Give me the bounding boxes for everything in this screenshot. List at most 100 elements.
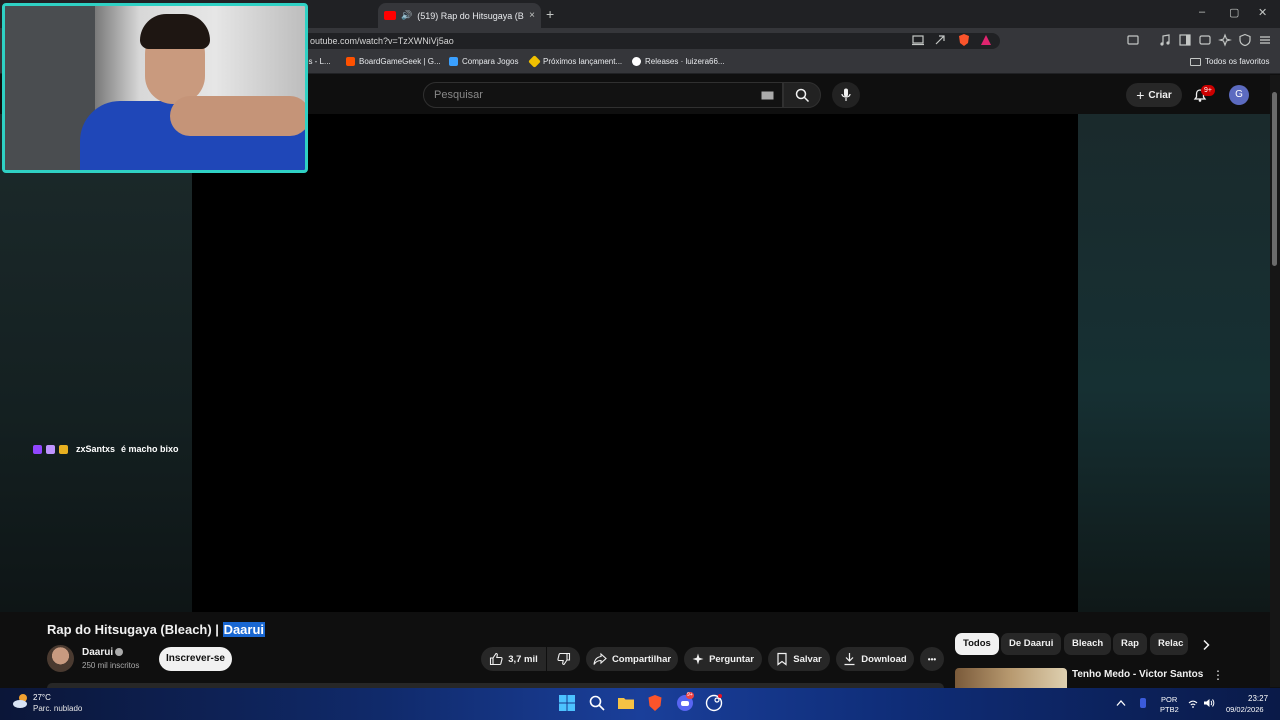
create-button[interactable]: + Criar bbox=[1126, 83, 1182, 107]
brave-rewards-icon[interactable] bbox=[979, 33, 993, 47]
more-actions-button[interactable]: ••• bbox=[920, 647, 944, 671]
chat-badge-icon bbox=[33, 444, 42, 454]
keyboard-language[interactable]: POR bbox=[1161, 695, 1177, 704]
github-icon bbox=[632, 57, 641, 66]
stream-chat-message: zxSantxs é macho bixo bbox=[33, 444, 179, 454]
recommendation-thumbnail[interactable] bbox=[955, 668, 1067, 688]
bookmark-item[interactable]: Releases · luizera66... bbox=[632, 57, 725, 66]
like-count: 3,7 mil bbox=[508, 653, 538, 665]
volume-icon[interactable] bbox=[1203, 698, 1215, 708]
diamond-icon bbox=[528, 55, 541, 68]
share-label: Compartilhar bbox=[611, 653, 672, 665]
channel-name[interactable]: Daarui bbox=[82, 647, 113, 658]
tab-close-icon[interactable]: × bbox=[529, 10, 535, 21]
scrollbar-thumb[interactable] bbox=[1272, 92, 1277, 266]
thumbs-down-icon bbox=[556, 652, 570, 666]
download-label: Download bbox=[861, 653, 907, 665]
tray-chevron-up-icon[interactable] bbox=[1116, 699, 1126, 707]
chip-from-channel[interactable]: De Daarui bbox=[1001, 633, 1062, 655]
leo-ai-icon[interactable] bbox=[1218, 33, 1232, 47]
share-icon bbox=[593, 652, 607, 665]
recommendation-title[interactable]: Tenho Medo - Victor Santos bbox=[1072, 669, 1203, 680]
account-avatar[interactable]: G bbox=[1229, 85, 1249, 105]
ask-button[interactable]: Perguntar bbox=[684, 647, 762, 671]
search-icon bbox=[795, 88, 810, 103]
weather-cloud-icon[interactable] bbox=[12, 693, 30, 709]
close-window-button[interactable]: ✕ bbox=[1258, 6, 1267, 19]
search-button[interactable] bbox=[783, 82, 821, 108]
tray-app-icon[interactable] bbox=[1138, 697, 1148, 709]
maximize-button[interactable]: ▢ bbox=[1229, 6, 1239, 19]
clock-time[interactable]: 23:27 bbox=[1248, 694, 1268, 703]
screenshot-icon[interactable] bbox=[1126, 33, 1140, 47]
chip-rap[interactable]: Rap bbox=[1113, 633, 1147, 655]
cast-icon[interactable] bbox=[911, 33, 925, 47]
windows-start-icon[interactable] bbox=[558, 694, 576, 712]
media-icon[interactable] bbox=[1158, 33, 1172, 47]
vpn-shield-icon[interactable] bbox=[1238, 33, 1252, 47]
menu-icon[interactable] bbox=[1258, 33, 1272, 47]
chip-all[interactable]: Todos bbox=[955, 633, 999, 655]
bookmark-item[interactable]: Compara Jogos bbox=[449, 57, 518, 66]
selected-text: Daarui bbox=[222, 622, 266, 637]
bookmark-item[interactable]: BoardGameGeek | G... bbox=[346, 57, 441, 66]
chip-bleach[interactable]: Bleach bbox=[1064, 633, 1112, 655]
weather-description[interactable]: Parc. nublado bbox=[33, 704, 82, 713]
folder-icon bbox=[1190, 57, 1201, 66]
dislike-button[interactable] bbox=[547, 647, 580, 671]
plus-icon: + bbox=[1136, 87, 1145, 103]
address-bar[interactable]: outube.com/watch?v=TzXWNiVj5ao bbox=[296, 33, 1000, 49]
brave-browser-icon[interactable] bbox=[646, 694, 664, 712]
new-tab-button[interactable]: + bbox=[546, 6, 554, 22]
video-player[interactable] bbox=[192, 114, 1078, 612]
tab-title: (519) Rap do Hitsugaya (Bleach) | Daarui bbox=[417, 10, 524, 21]
create-label: Criar bbox=[1148, 89, 1172, 101]
subscriber-badge-icon bbox=[46, 444, 55, 454]
thumbs-up-icon bbox=[490, 652, 503, 666]
microphone-icon bbox=[841, 88, 851, 101]
taskbar-search-icon[interactable] bbox=[588, 694, 606, 712]
bookmark-item[interactable]: Próximos lançament... bbox=[528, 55, 622, 68]
sidebar-icon[interactable] bbox=[1178, 33, 1192, 47]
video-title-text: Rap do Hitsugaya (Bleach) | bbox=[47, 622, 223, 637]
compara-jogos-icon bbox=[449, 57, 458, 66]
bookmark-label: Releases · luizera66... bbox=[645, 57, 725, 66]
all-favorites-folder[interactable]: Todos os favoritos bbox=[1190, 57, 1269, 66]
weather-temperature[interactable]: 27°C bbox=[33, 693, 51, 702]
share-page-icon[interactable] bbox=[933, 33, 947, 47]
wifi-icon[interactable] bbox=[1188, 700, 1198, 708]
speaker-icon[interactable]: 🔊 bbox=[401, 10, 412, 21]
brave-shields-icon[interactable] bbox=[957, 33, 971, 47]
webcam-overlay bbox=[2, 3, 308, 173]
bookmark-item[interactable]: os - L... bbox=[304, 57, 331, 66]
keyboard-icon[interactable] bbox=[761, 91, 774, 100]
recommendation-menu-icon[interactable]: ⋮ bbox=[1212, 668, 1224, 682]
browser-tab[interactable]: 🔊 (519) Rap do Hitsugaya (Bleach) | Daar… bbox=[378, 3, 541, 28]
ambient-glow-right bbox=[1078, 114, 1270, 612]
chat-text: é macho bixo bbox=[121, 444, 179, 454]
clock-date[interactable]: 09/02/2026 bbox=[1226, 705, 1264, 714]
minimize-button[interactable]: – bbox=[1199, 6, 1205, 18]
notifications-badge: 9+ bbox=[1201, 85, 1215, 96]
share-button[interactable]: Compartilhar bbox=[586, 647, 678, 671]
ask-label: Perguntar bbox=[709, 653, 754, 665]
wallet-icon[interactable] bbox=[1198, 33, 1212, 47]
steam-icon[interactable] bbox=[705, 694, 723, 712]
bookmark-icon bbox=[777, 652, 787, 666]
sparkle-icon bbox=[692, 653, 704, 665]
chevron-right-icon[interactable] bbox=[1201, 639, 1211, 651]
bookmark-label: os - L... bbox=[304, 57, 331, 66]
chip-related[interactable]: Relac bbox=[1150, 633, 1188, 655]
windows-taskbar bbox=[0, 688, 1280, 720]
ambient-glow-left bbox=[0, 114, 192, 612]
voice-search-button[interactable] bbox=[832, 82, 860, 108]
like-button[interactable]: 3,7 mil bbox=[481, 647, 546, 671]
channel-avatar[interactable] bbox=[47, 645, 74, 672]
download-button[interactable]: Download bbox=[836, 647, 914, 671]
search-input[interactable]: Pesquisar bbox=[423, 82, 783, 108]
save-button[interactable]: Salvar bbox=[768, 647, 830, 671]
keyboard-layout[interactable]: PTB2 bbox=[1160, 705, 1179, 714]
subscribe-button[interactable]: Inscrever-se bbox=[159, 647, 232, 671]
discord-badge: 9+ bbox=[686, 692, 694, 699]
file-explorer-icon[interactable] bbox=[617, 694, 635, 712]
